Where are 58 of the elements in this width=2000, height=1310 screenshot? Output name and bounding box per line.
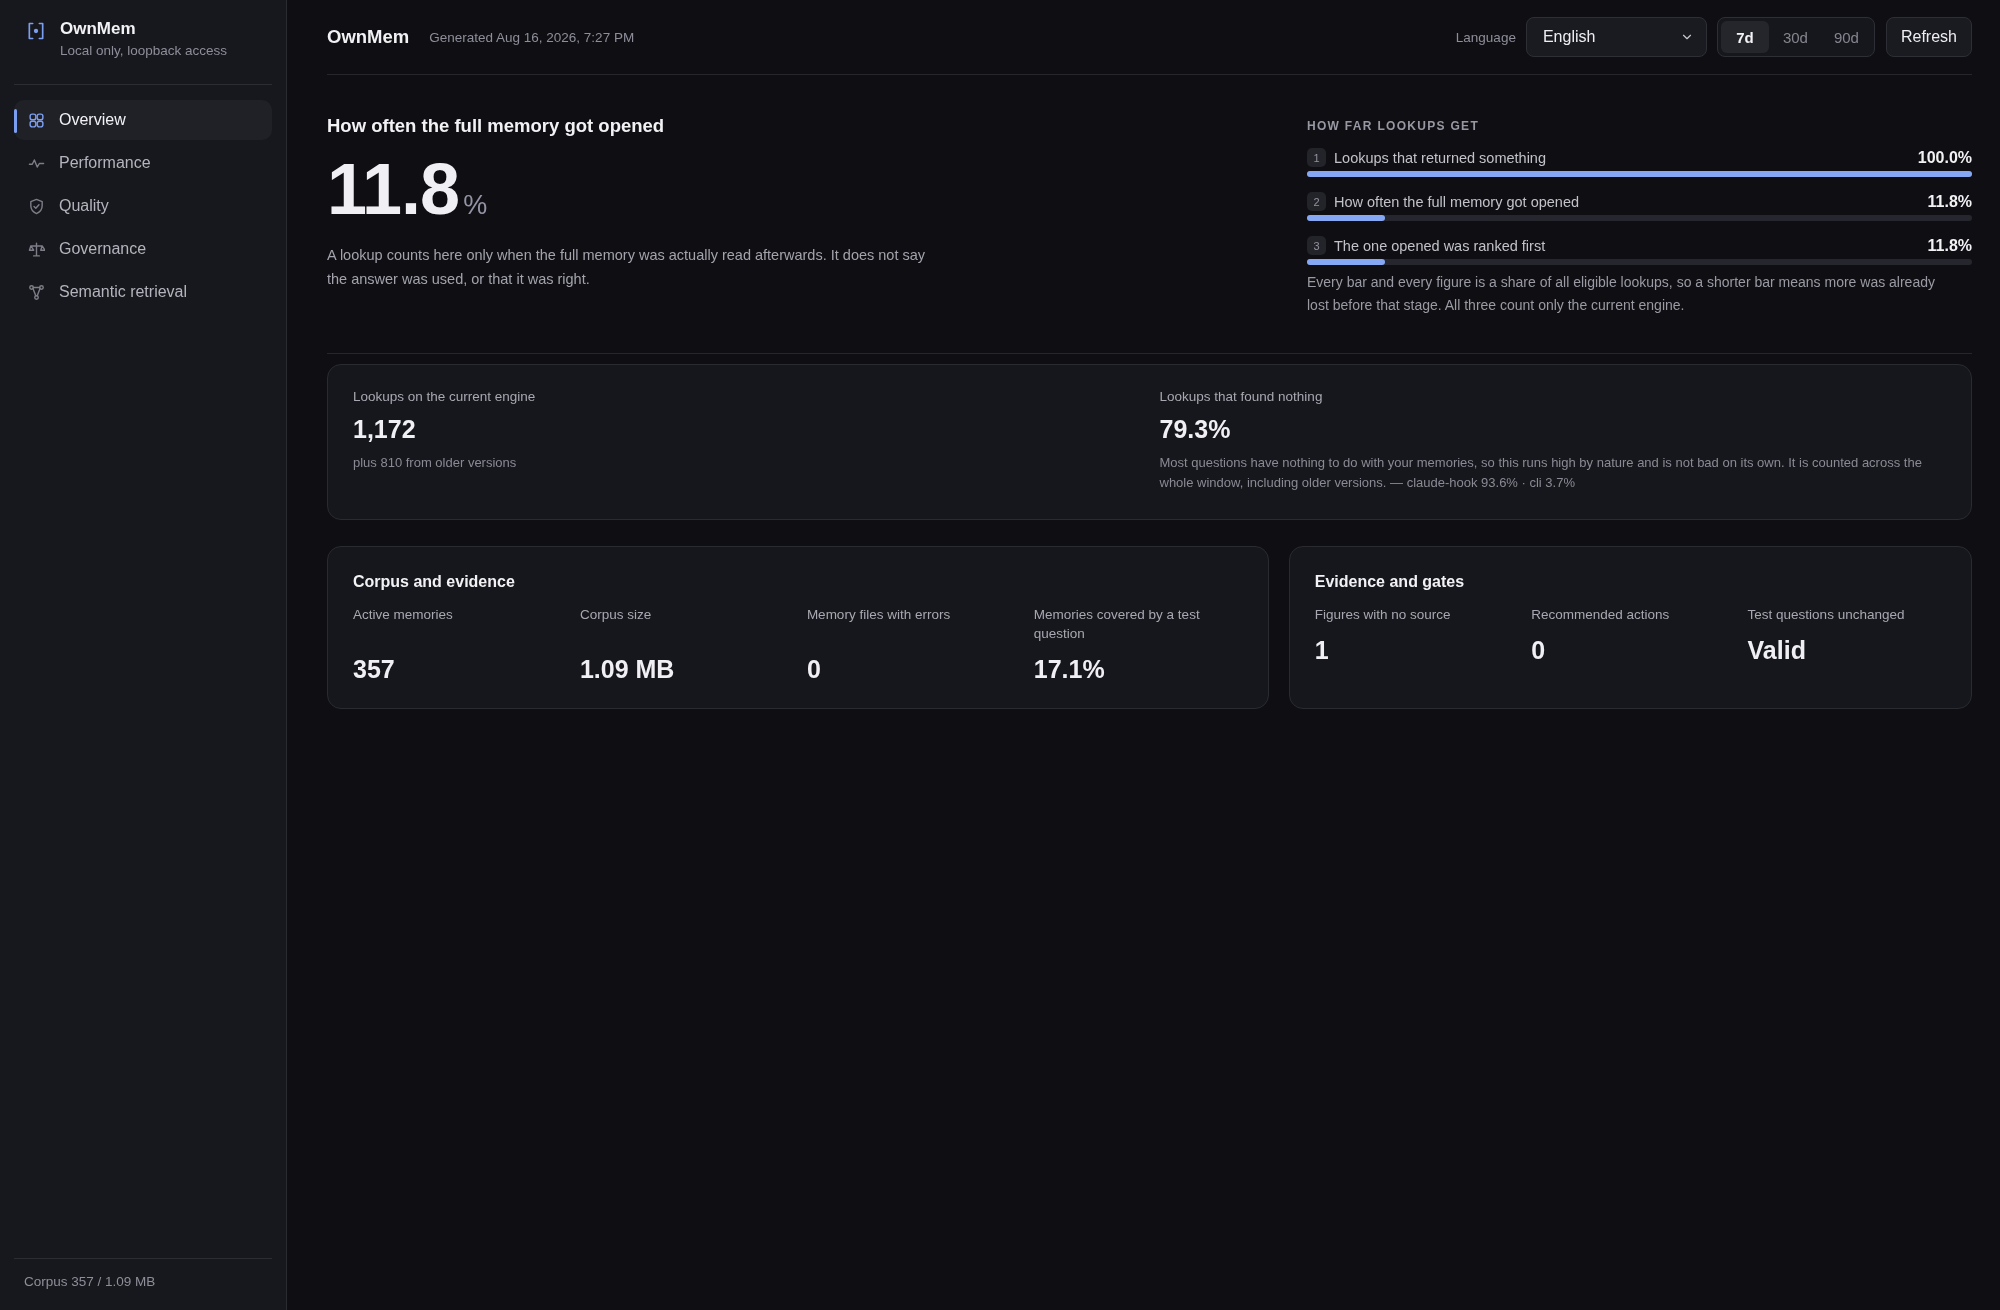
metric-label: Lookups on the current engine: [353, 389, 537, 404]
app-name: OwnMem: [60, 18, 137, 40]
step-percentage: 11.8%: [1927, 192, 1972, 211]
metric-label: Recommended actions: [1531, 606, 1671, 624]
range-tab[interactable]: 7d: [1720, 21, 1769, 53]
metric-label: Memory files with errors: [806, 606, 952, 624]
range-tab[interactable]: 30d: [1770, 21, 1820, 53]
section-heading: HOW FAR LOOKUPS GET: [1307, 119, 1481, 133]
card-title: Evidence and gates: [1314, 573, 1466, 591]
corpus-summary: Corpus 357 / 1.09 MB: [14, 1258, 272, 1310]
nav-item[interactable]: Performance: [14, 143, 272, 183]
metric-value: Valid: [1747, 636, 1807, 665]
metric-note: plus 810 from older versions: [353, 454, 518, 472]
scales-icon: [28, 240, 45, 258]
page-title: OwnMem: [327, 26, 410, 48]
metric-note: Most questions have nothing to do with your memories, so this runs high by nature and is not bad on its own. It is counted across the whole window, including older versions. — claude-hook 93.6% · cli 3.7%: [1159, 454, 1923, 492]
metric-label: Corpus size: [579, 606, 653, 624]
app-subtitle: Local only, loopback access: [60, 42, 228, 60]
nav-item[interactable]: Semantic retrieval: [14, 272, 272, 312]
nav-item[interactable]: Overview: [14, 100, 272, 140]
step-number: 3: [1307, 236, 1326, 255]
step-number: 2: [1307, 192, 1326, 211]
step-label: The one opened was ranked first: [1334, 237, 1547, 254]
unit-label: %: [463, 190, 488, 221]
metric-value: 0: [806, 655, 822, 684]
metric-label: Test questions unchanged: [1747, 606, 1906, 624]
hero-description: A lookup counts here only when the full memory was actually read afterwards. It does not say the answer was used, or that it was right.: [327, 246, 927, 289]
metric-value: 357: [353, 655, 396, 684]
language-label: Language: [1455, 29, 1516, 45]
shield-check-icon: [28, 197, 45, 215]
metric-label: Figures with no source: [1314, 606, 1452, 624]
metric-value: 1,172: [353, 415, 417, 444]
nav-item[interactable]: Quality: [14, 186, 272, 226]
bracket-dot-icon: [26, 21, 46, 41]
funnel-note: Every bar and every figure is a share of all eligible lookups, so a shorter bar means more was already lost before that stage. All three count only the current engine.: [1307, 273, 1936, 315]
step-number: 1: [1307, 148, 1326, 167]
nodes-icon: [28, 283, 45, 301]
step-percentage: 11.8%: [1927, 236, 1972, 255]
metric-label: Active memories: [353, 606, 454, 624]
metric-value: 1: [1314, 636, 1330, 665]
metric-value: 17.1%: [1033, 655, 1106, 684]
metric-label: Lookups that found nothing: [1159, 389, 1324, 404]
grid-icon: [28, 111, 45, 129]
step-percentage: 100.0%: [1917, 148, 1972, 167]
metric-label: Memories covered by a test question: [1033, 606, 1201, 643]
language-select[interactable]: English: [1525, 17, 1707, 57]
metric-value: 79.3%: [1159, 415, 1232, 444]
step-label: How often the full memory got opened: [1334, 193, 1581, 210]
refresh-button[interactable]: Refresh: [1885, 17, 1972, 57]
hero-title: How often the full memory got opened: [327, 115, 666, 137]
nav-item[interactable]: Governance: [14, 229, 272, 269]
metric-value: 0: [1531, 636, 1547, 665]
card-title: Corpus and evidence: [353, 573, 516, 591]
range-tab[interactable]: 90d: [1821, 21, 1871, 53]
generated-timestamp: Generated Aug 16, 2026, 7:27 PM: [429, 29, 635, 45]
hero-value: 11.8: [327, 149, 460, 229]
step-label: Lookups that returned something: [1334, 149, 1547, 166]
metric-value: 1.09 MB: [579, 655, 676, 684]
